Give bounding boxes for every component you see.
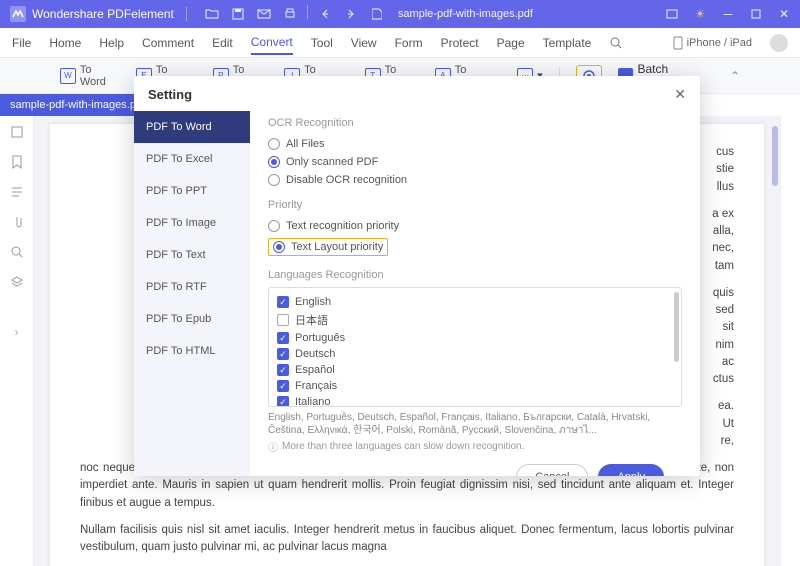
menu-tool[interactable]: Tool xyxy=(311,32,333,54)
minimize-icon[interactable]: ─ xyxy=(720,6,736,22)
menu-home[interactable]: Home xyxy=(49,32,81,54)
menu-form[interactable]: Form xyxy=(395,32,423,54)
convert-settings-dialog: Setting ✕ PDF To Word PDF To Excel PDF T… xyxy=(134,76,700,476)
window-mode-icon[interactable] xyxy=(664,6,680,22)
lang-deutsch[interactable]: ✓Deutsch xyxy=(277,346,673,362)
menu-protect[interactable]: Protect xyxy=(441,32,479,54)
bookmark-icon[interactable] xyxy=(9,154,25,170)
mail-icon[interactable] xyxy=(255,5,273,23)
side-pdf-to-excel[interactable]: PDF To Excel xyxy=(134,143,250,175)
info-icon: ⓘ xyxy=(268,439,278,454)
print-icon[interactable] xyxy=(281,5,299,23)
menu-view[interactable]: View xyxy=(351,32,377,54)
search-rail-icon[interactable] xyxy=(9,244,25,260)
lang-portugues[interactable]: ✓Português xyxy=(277,330,673,346)
side-pdf-to-image[interactable]: PDF To Image xyxy=(134,207,250,239)
annotations-icon[interactable] xyxy=(9,184,25,200)
selected-languages-summary: English, Português, Deutsch, Español, Fr… xyxy=(268,411,682,437)
undo-icon[interactable] xyxy=(316,5,334,23)
titlebar: Wondershare PDFelement sample-pdf-with-i… xyxy=(0,0,800,28)
scrollbar[interactable] xyxy=(772,126,778,186)
language-list: ✓English ✓日本語 ✓Português ✓Deutsch ✓Españ… xyxy=(268,287,682,407)
dialog-title: Setting xyxy=(148,87,192,102)
theme-icon[interactable]: ☀ xyxy=(692,6,708,22)
menu-file[interactable]: File xyxy=(12,32,31,54)
menu-edit[interactable]: Edit xyxy=(212,32,233,54)
current-file: sample-pdf-with-images.pdf xyxy=(398,8,533,20)
redo-icon[interactable] xyxy=(342,5,360,23)
priority-text-radio[interactable]: Text recognition priority xyxy=(268,217,682,235)
folder-icon[interactable] xyxy=(203,5,221,23)
rail-expand-icon[interactable]: › xyxy=(9,324,25,340)
ocr-all-files-radio[interactable]: All Files xyxy=(268,135,682,153)
lang-francais[interactable]: ✓Français xyxy=(277,378,673,394)
to-word-button[interactable]: WTo Word xyxy=(60,64,120,88)
menu-convert[interactable]: Convert xyxy=(251,31,293,55)
lang-english[interactable]: ✓English xyxy=(277,294,673,310)
side-pdf-to-word[interactable]: PDF To Word xyxy=(134,111,250,143)
quick-toolbar xyxy=(203,5,386,23)
search-icon[interactable] xyxy=(609,36,623,50)
right-rail xyxy=(780,116,800,566)
side-pdf-to-epub[interactable]: PDF To Epub xyxy=(134,303,250,335)
lang-section-title: Languages Recognition xyxy=(268,269,682,281)
save-icon[interactable] xyxy=(229,5,247,23)
thumbnail-icon[interactable] xyxy=(9,124,25,140)
left-rail: › xyxy=(0,116,34,566)
menu-help[interactable]: Help xyxy=(99,32,124,54)
priority-section-title: Priority xyxy=(268,199,682,211)
ocr-disable-radio[interactable]: Disable OCR recognition xyxy=(268,171,682,189)
cancel-button[interactable]: Cancel xyxy=(516,464,588,476)
avatar[interactable] xyxy=(770,34,788,52)
lang-japanese[interactable]: ✓日本語 xyxy=(277,310,673,330)
app-title: Wondershare PDFelement xyxy=(32,7,174,21)
menu-page[interactable]: Page xyxy=(497,32,525,54)
close-icon[interactable]: ✕ xyxy=(776,6,792,22)
apply-button[interactable]: Apply xyxy=(598,464,664,476)
dialog-sidebar: PDF To Word PDF To Excel PDF To PPT PDF … xyxy=(134,111,250,476)
menubar: File Home Help Comment Edit Convert Tool… xyxy=(0,28,800,58)
language-warning: ⓘMore than three languages can slow down… xyxy=(268,439,682,454)
attachments-icon[interactable] xyxy=(9,214,25,230)
side-pdf-to-html[interactable]: PDF To HTML xyxy=(134,335,250,367)
ocr-section-title: OCR Recognition xyxy=(268,117,682,129)
file-indicator-icon xyxy=(368,5,386,23)
language-scrollbar[interactable] xyxy=(674,292,679,362)
priority-layout-radio[interactable]: Text Layout priority xyxy=(268,238,388,256)
device-link[interactable]: iPhone / iPad xyxy=(673,36,752,50)
menu-comment[interactable]: Comment xyxy=(142,32,194,54)
app-logo-icon xyxy=(8,4,28,24)
menu-template[interactable]: Template xyxy=(543,32,592,54)
side-pdf-to-rtf[interactable]: PDF To RTF xyxy=(134,271,250,303)
ocr-scanned-radio[interactable]: Only scanned PDF xyxy=(268,153,682,171)
lang-italiano[interactable]: ✓Italiano xyxy=(277,394,673,407)
side-pdf-to-text[interactable]: PDF To Text xyxy=(134,239,250,271)
toolbar-collapse-icon[interactable]: ⌃ xyxy=(730,69,740,83)
maximize-icon[interactable] xyxy=(748,6,764,22)
dialog-close-button[interactable]: ✕ xyxy=(674,86,686,103)
lang-espanol[interactable]: ✓Español xyxy=(277,362,673,378)
side-pdf-to-ppt[interactable]: PDF To PPT xyxy=(134,175,250,207)
layers-icon[interactable] xyxy=(9,274,25,290)
